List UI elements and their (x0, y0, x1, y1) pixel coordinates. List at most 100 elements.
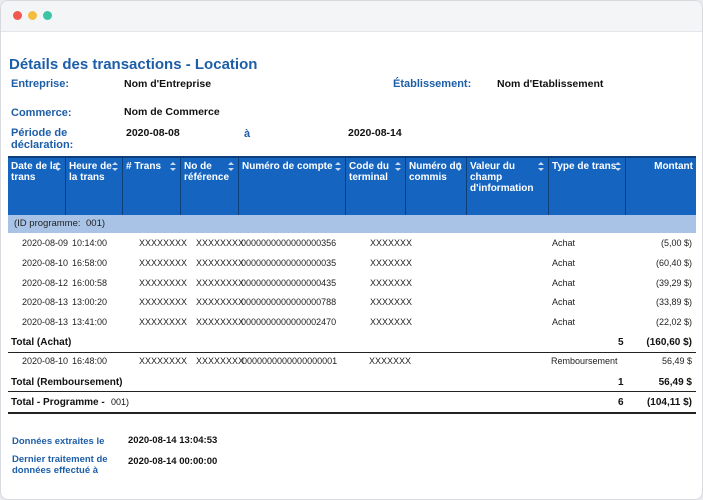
period-to-label: à (244, 128, 251, 140)
cell-trans: XXXXXXXX (139, 258, 188, 268)
sort-icon[interactable] (170, 162, 177, 171)
column-header-label: Numéro du commis (409, 161, 462, 183)
cell-account: 0000000000000000788 (241, 297, 337, 307)
cell-account: 0000000000000000001 (242, 356, 338, 366)
sort-icon[interactable] (228, 162, 235, 171)
cell-type: Achat (552, 297, 576, 307)
cell-reference: XXXXXXXX (196, 278, 245, 288)
column-header-label: Type de trans (552, 161, 617, 172)
establishment-value: Nom d'Etablissement (497, 78, 604, 90)
cell-type: Remboursement (551, 356, 618, 366)
minimize-window-icon[interactable] (28, 11, 37, 20)
total-remboursement-rule (8, 391, 696, 392)
cell-account: 0000000000000000356 (241, 238, 337, 248)
cell-type: Achat (552, 278, 576, 288)
cell-date: 2020-08-10 (22, 258, 69, 268)
table-row: 2020-08-13 13:41:00 XXXXXXXX XXXXXXXX 00… (8, 312, 696, 332)
cell-time: 16:58:00 (72, 258, 108, 268)
total-program-count: 6 (618, 397, 624, 408)
cell-account: 0000000000000000035 (241, 258, 337, 268)
cell-time: 16:00:58 (72, 278, 108, 288)
total-achat-count: 5 (618, 337, 624, 348)
column-header-label: Valeur du champ d'information (470, 161, 534, 194)
program-id-value: 001) (86, 218, 106, 229)
column-header-label: Date de la trans (11, 161, 59, 183)
cell-amount: (60,40 $) (655, 258, 692, 268)
column-header-type[interactable]: Type de trans (549, 158, 626, 216)
sort-icon[interactable] (55, 162, 62, 171)
window-titlebar (1, 1, 702, 32)
cell-type: Achat (552, 238, 576, 248)
cell-reference: XXXXXXXX (196, 317, 245, 327)
cell-reference: XXXXXXXX (196, 238, 245, 248)
cell-trans: XXXXXXXX (139, 297, 188, 307)
cell-date: 2020-08-13 (22, 297, 69, 307)
column-header-amount[interactable]: Montant (626, 158, 696, 216)
cell-type: Achat (552, 258, 576, 268)
cell-time: 13:41:00 (72, 317, 108, 327)
commerce-label: Commerce: (11, 107, 72, 119)
table-row: 2020-08-10 16:58:00 XXXXXXXX XXXXXXXX 00… (8, 253, 696, 273)
enterprise-value: Nom d'Entreprise (124, 78, 212, 90)
cell-reference: XXXXXXXX (196, 297, 245, 307)
table-row: 2020-08-10 16:48:00 XXXXXXXX XXXXXXXX 00… (8, 351, 696, 371)
cell-trans: XXXXXXXX (139, 278, 188, 288)
last-processing-label: Dernier traitement de données effectué à (12, 454, 108, 476)
commerce-value: Nom de Commerce (124, 106, 220, 118)
column-header-info-field[interactable]: Valeur du champ d'information (467, 158, 549, 216)
column-header-label: Montant (654, 161, 693, 172)
sort-icon[interactable] (335, 162, 342, 171)
enterprise-label: Entreprise: (11, 78, 70, 90)
cell-amount: (5,00 $) (660, 238, 692, 248)
cell-account: 0000000000000000435 (241, 278, 337, 288)
column-header-reference[interactable]: No de référence (181, 158, 239, 216)
close-window-icon[interactable] (13, 11, 22, 20)
extracted-value: 2020-08-14 13:04:53 (128, 435, 218, 446)
column-header-time[interactable]: Heure de la trans (66, 158, 123, 216)
total-remboursement-amount: 56,49 $ (658, 377, 692, 388)
sort-icon[interactable] (538, 162, 545, 171)
total-achat-label: Total (Achat) (11, 337, 72, 348)
cell-amount: (39,29 $) (655, 278, 692, 288)
cell-trans: XXXXXXXX (139, 317, 188, 327)
column-header-trans-number[interactable]: # Trans (123, 158, 181, 216)
cell-terminal: XXXXXXX (370, 258, 413, 268)
last-processing-value: 2020-08-14 00:00:00 (128, 456, 218, 467)
column-header-date[interactable]: Date de la trans (8, 158, 66, 216)
column-header-terminal[interactable]: Code du terminal (346, 158, 406, 216)
table-row: 2020-08-12 16:00:58 XXXXXXXX XXXXXXXX 00… (8, 273, 696, 293)
column-header-account[interactable]: Numéro de compte (239, 158, 346, 216)
cell-trans: XXXXXXXX (139, 238, 188, 248)
sort-icon[interactable] (615, 162, 622, 171)
cell-amount: (22,02 $) (655, 317, 692, 327)
total-achat-amount: (160,60 $) (646, 337, 692, 348)
cell-amount: 56,49 $ (661, 356, 692, 366)
cell-reference: XXXXXXXX (196, 356, 245, 366)
cell-amount: (33,89 $) (655, 297, 692, 307)
total-program-rule (8, 412, 696, 414)
page-title: Détails des transactions - Location (9, 56, 258, 73)
cell-terminal: XXXXXXX (370, 317, 413, 327)
cell-time: 10:14:00 (72, 238, 108, 248)
program-group-band: (ID programme: 001) (8, 215, 696, 233)
column-header-label: Code du terminal (349, 161, 389, 183)
period-end-value: 2020-08-14 (348, 127, 402, 139)
maximize-window-icon[interactable] (43, 11, 52, 20)
cell-reference: XXXXXXXX (196, 258, 245, 268)
cell-terminal: XXXXXXX (370, 238, 413, 248)
column-header-label: # Trans (126, 161, 162, 172)
sort-icon[interactable] (456, 162, 463, 171)
sort-icon[interactable] (112, 162, 119, 171)
cell-terminal: XXXXXXX (369, 356, 412, 366)
cell-type: Achat (552, 317, 576, 327)
browser-window: Détails des transactions - Location Entr… (0, 0, 703, 500)
table-row: 2020-08-09 10:14:00 XXXXXXXX XXXXXXXX 00… (8, 233, 696, 253)
table-row: 2020-08-13 13:00:20 XXXXXXXX XXXXXXXX 00… (8, 292, 696, 312)
establishment-label: Établissement: (393, 78, 472, 90)
sort-icon[interactable] (395, 162, 402, 171)
column-header-clerk[interactable]: Numéro du commis (406, 158, 467, 216)
cell-date: 2020-08-10 (22, 356, 69, 366)
column-header-label: Heure de la trans (69, 161, 112, 183)
column-header-label: No de référence (184, 161, 230, 183)
total-program-label: Total - Programme - (11, 397, 105, 408)
